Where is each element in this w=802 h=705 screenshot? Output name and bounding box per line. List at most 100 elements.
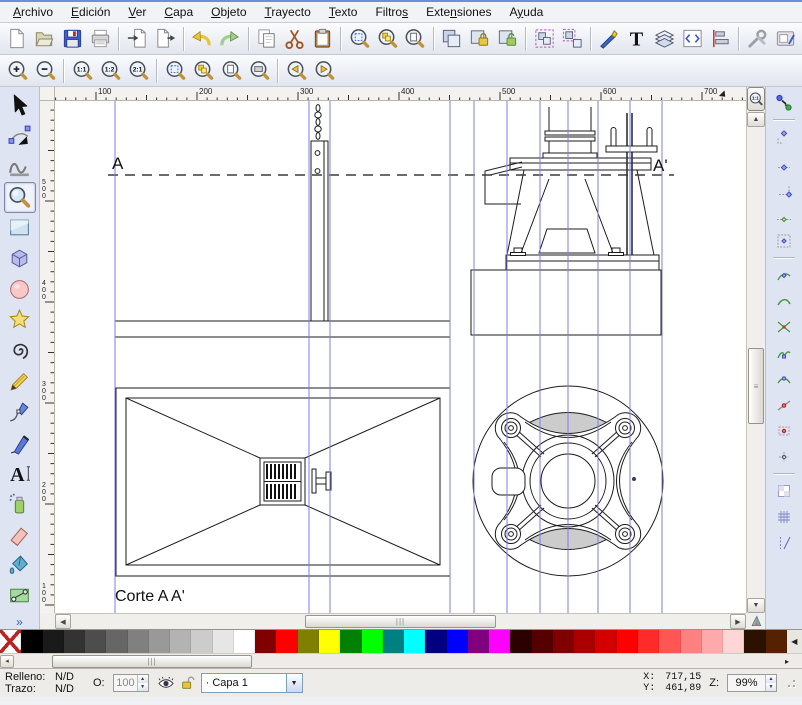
layer-selector[interactable]: · Capa 1 ▼: [201, 673, 303, 693]
zoom-page-width-button[interactable]: [245, 57, 273, 85]
palette-scroll-track[interactable]: |||: [14, 655, 272, 668]
snap-grid-button[interactable]: [771, 505, 797, 528]
color-swatch-23[interactable]: [489, 630, 510, 653]
horizontal-scrollbar[interactable]: ◀ ||| ▶: [55, 613, 746, 629]
snap-bbox-edge-button[interactable]: [771, 151, 797, 174]
menu-item-edicion[interactable]: Edición: [62, 3, 119, 22]
snap-bbox-corner-button[interactable]: [771, 177, 797, 200]
vertical-scroll-thumb[interactable]: ≡: [748, 348, 764, 424]
zoom-next-button[interactable]: [310, 57, 338, 85]
snap-page-border-button[interactable]: [771, 479, 797, 502]
menu-item-extensiones[interactable]: Extensiones: [417, 3, 500, 22]
export-document-button[interactable]: [151, 25, 179, 53]
pump-elevation[interactable]: [471, 107, 661, 335]
layer-dropdown-button[interactable]: ▼: [286, 674, 302, 692]
layers-dialog-button[interactable]: [651, 25, 679, 53]
toolbox-overflow-button[interactable]: »: [16, 615, 23, 629]
color-swatch-3[interactable]: [64, 630, 85, 653]
color-swatch-17[interactable]: [362, 630, 383, 653]
menu-item-capa[interactable]: Capa: [155, 3, 202, 22]
color-swatch-31[interactable]: [659, 630, 680, 653]
menu-item-archivo[interactable]: Archivo: [4, 3, 62, 22]
opacity-spinbox[interactable]: 100 ▲▼: [113, 674, 149, 692]
layer-lock-icon[interactable]: [180, 675, 196, 691]
color-swatch-30[interactable]: [638, 630, 659, 653]
color-swatch-5[interactable]: [106, 630, 127, 653]
color-swatch-28[interactable]: [595, 630, 616, 653]
color-swatch-10[interactable]: [213, 630, 234, 653]
color-swatch-15[interactable]: [319, 630, 340, 653]
color-swatch-2[interactable]: [43, 630, 64, 653]
horizontal-scroll-track[interactable]: |||: [71, 614, 730, 629]
snap-line-midpoint-button[interactable]: [771, 393, 797, 416]
eraser-tool-button[interactable]: [4, 519, 36, 550]
node-tool-button[interactable]: [4, 121, 36, 152]
open-document-button[interactable]: [31, 25, 59, 53]
text-tool-button[interactable]: A: [4, 458, 36, 489]
horizontal-ruler[interactable]: 100200300400500600700: [55, 87, 746, 101]
zoom-spinbox[interactable]: 99% ▲▼: [727, 674, 777, 692]
scroll-left-button[interactable]: ◀: [55, 614, 71, 629]
palette-scroll-thumb[interactable]: |||: [52, 655, 252, 668]
color-swatch-12[interactable]: [255, 630, 276, 653]
color-swatch-16[interactable]: [340, 630, 361, 653]
menu-item-ayuda[interactable]: Ayuda: [501, 3, 553, 22]
fill-stroke-dialog-button[interactable]: [595, 25, 623, 53]
color-swatch-1[interactable]: [21, 630, 42, 653]
scroll-right-button[interactable]: ▶: [730, 614, 746, 629]
unlink-clone-button[interactable]: [494, 25, 522, 53]
palette-scroll-left-button[interactable]: ◂: [0, 655, 14, 668]
color-swatch-33[interactable]: [702, 630, 723, 653]
zoom-previous-button[interactable]: [282, 57, 310, 85]
zoom-drawing-button[interactable]: [189, 57, 217, 85]
drawing-caption[interactable]: Corte A A': [115, 588, 185, 605]
vertical-scroll-track[interactable]: ≡: [747, 127, 765, 598]
zoom-to-selection-button[interactable]: [345, 25, 373, 53]
selector-tool-button[interactable]: [4, 90, 36, 121]
snap-node-button[interactable]: [771, 263, 797, 286]
zoom-1-1-button[interactable]: 1:1: [68, 57, 96, 85]
color-swatch-35[interactable]: [744, 630, 765, 653]
scroll-up-button[interactable]: ▲: [747, 112, 765, 127]
preferences-button[interactable]: [743, 25, 771, 53]
snap-object-center-button[interactable]: [771, 419, 797, 442]
print-document-button[interactable]: [87, 25, 115, 53]
pen-tool-button[interactable]: [4, 396, 36, 427]
snap-path-intersection-button[interactable]: [771, 315, 797, 338]
resize-grip[interactable]: [785, 677, 797, 689]
support-beam[interactable]: [115, 321, 450, 337]
redo-button[interactable]: [216, 25, 244, 53]
zoom-2-1-button[interactable]: 2:1: [124, 57, 152, 85]
section-label-start[interactable]: A: [112, 154, 124, 173]
snap-master-button[interactable]: [771, 91, 797, 114]
color-swatch-4[interactable]: [85, 630, 106, 653]
color-swatch-20[interactable]: [425, 630, 446, 653]
menu-item-trayecto[interactable]: Trayecto: [256, 3, 320, 22]
create-clone-button[interactable]: [466, 25, 494, 53]
color-swatch-13[interactable]: [276, 630, 297, 653]
horizontal-scroll-thumb[interactable]: |||: [305, 615, 496, 628]
color-swatch-25[interactable]: [532, 630, 553, 653]
menu-item-ver[interactable]: Ver: [119, 3, 155, 22]
color-swatch-26[interactable]: [553, 630, 574, 653]
palette-scroll-right-arrow[interactable]: ▸: [772, 657, 802, 666]
snap-cusp-node-button[interactable]: [771, 341, 797, 364]
snap-rotation-center-button[interactable]: [771, 445, 797, 468]
group-objects-button[interactable]: [530, 25, 558, 53]
box3d-tool-button[interactable]: [4, 243, 36, 274]
zoom-1-2-button[interactable]: 1:2: [96, 57, 124, 85]
gradient-tool-button[interactable]: [4, 580, 36, 611]
zoom-page-button[interactable]: [217, 57, 245, 85]
fill-stroke-indicator[interactable]: Relleno: N/D Trazo: N/D: [5, 671, 85, 695]
zoom-to-drawing-button[interactable]: [373, 25, 401, 53]
color-swatch-34[interactable]: [723, 630, 744, 653]
basin-plan-view[interactable]: [116, 388, 450, 576]
snap-path-button[interactable]: [771, 289, 797, 312]
guide-post[interactable]: [311, 141, 328, 323]
canvas[interactable]: A A' Corte A A': [55, 101, 746, 613]
save-document-button[interactable]: [59, 25, 87, 53]
color-swatch-29[interactable]: [617, 630, 638, 653]
color-swatch-6[interactable]: [128, 630, 149, 653]
layer-visibility-icon[interactable]: [157, 674, 175, 692]
menu-item-filtros[interactable]: Filtros: [366, 3, 417, 22]
